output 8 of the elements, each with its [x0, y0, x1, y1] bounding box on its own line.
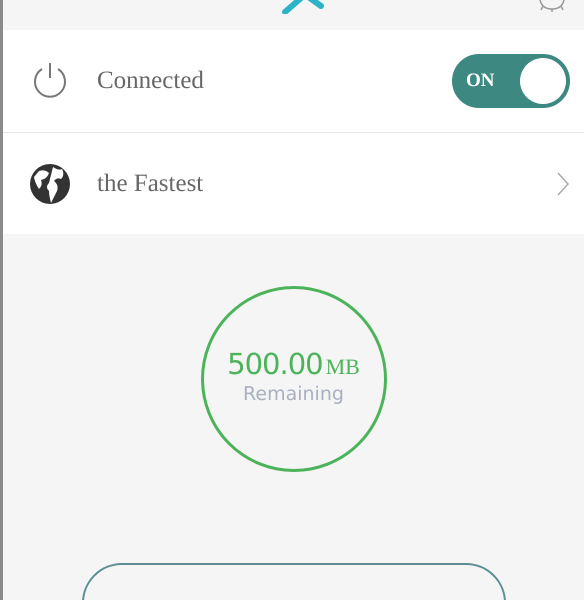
data-amount: 500.00 [227, 347, 323, 381]
globe-icon [29, 162, 71, 204]
connection-status: Connected [97, 67, 205, 95]
remaining-caption: Remaining [243, 383, 344, 405]
data-unit: MB [326, 354, 360, 380]
chevron-right-icon[interactable] [556, 170, 570, 196]
toggle-switch[interactable]: ON [452, 54, 570, 108]
logo-icon [281, 0, 325, 14]
